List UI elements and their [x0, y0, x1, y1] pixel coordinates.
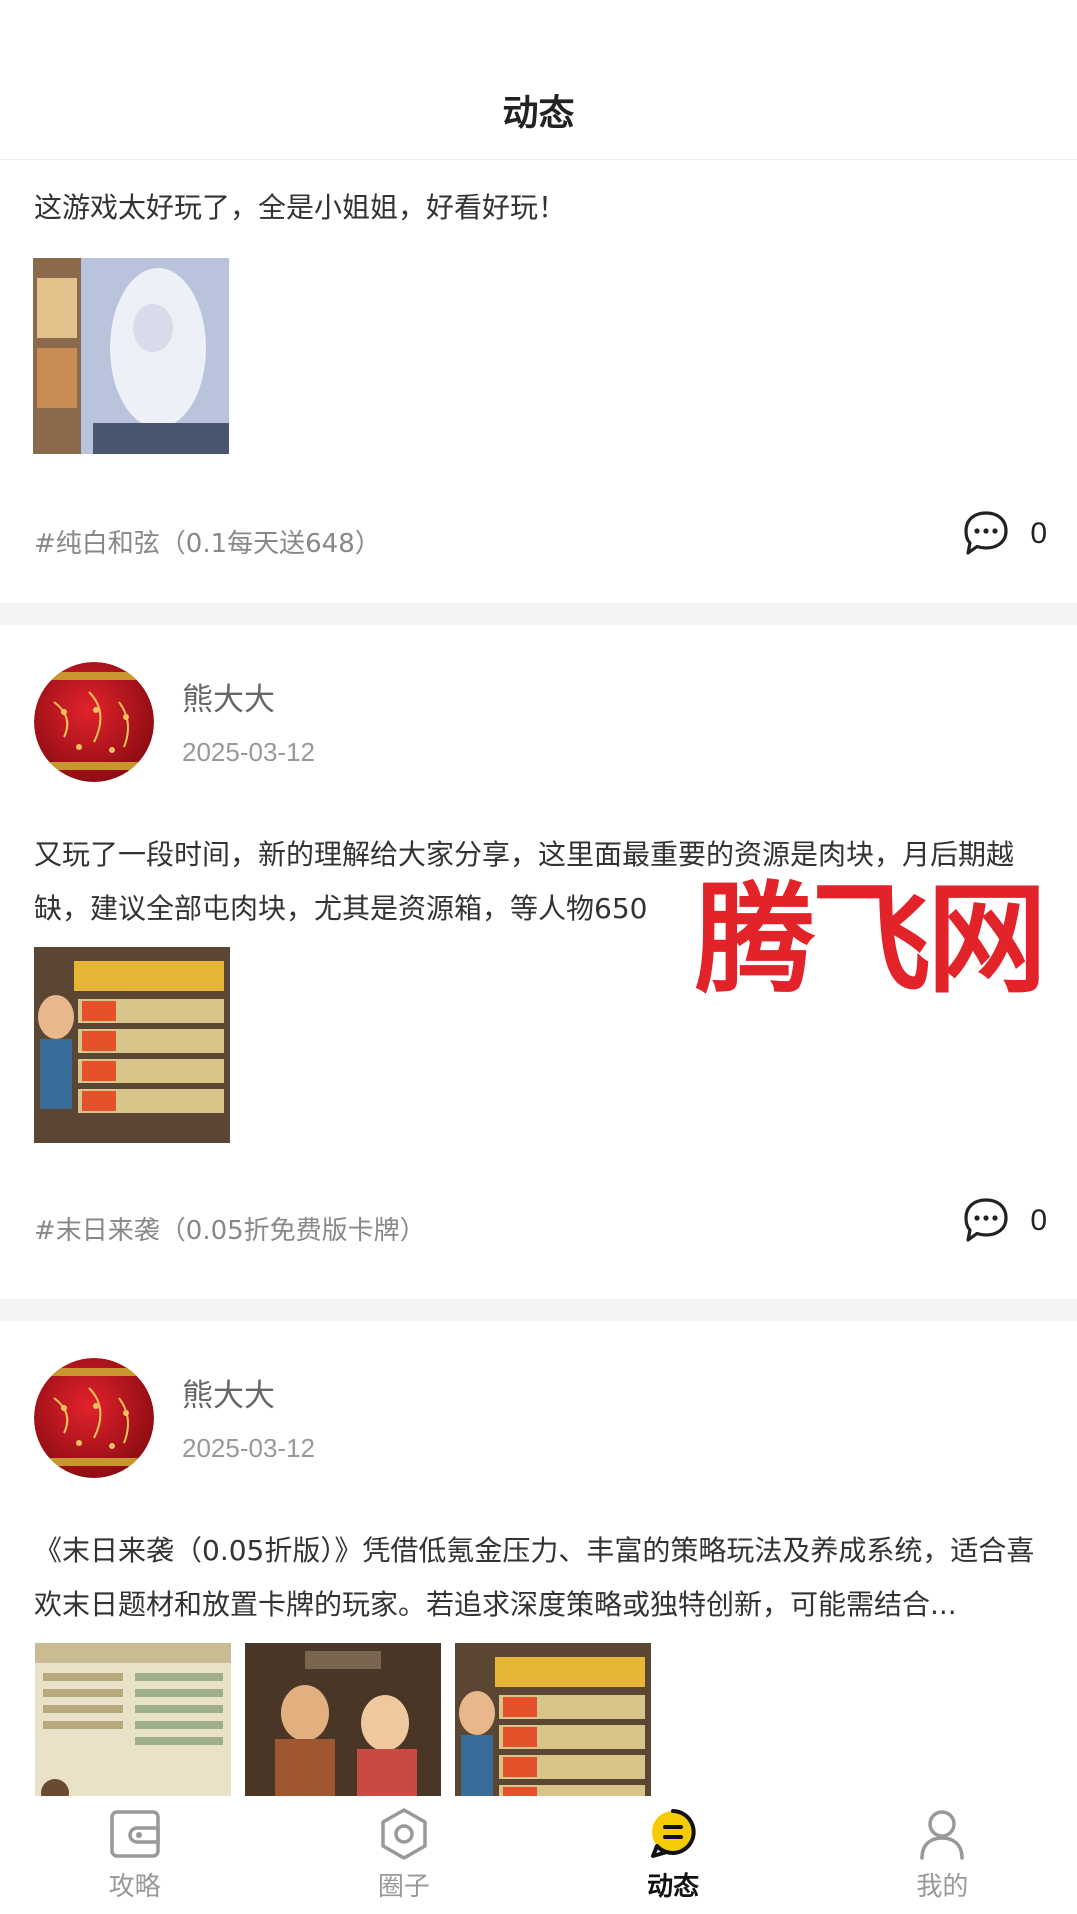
post-tag[interactable]: #末日来袭（0.05折免费版卡牌）: [34, 1210, 426, 1247]
user-icon: [920, 1810, 965, 1860]
tab-circle[interactable]: 圈子: [269, 1796, 538, 1914]
tab-dynamic[interactable]: 动态: [539, 1796, 808, 1914]
tab-label: 攻略: [108, 1872, 161, 1902]
hexagon-icon: [381, 1808, 427, 1860]
username[interactable]: 熊大大: [182, 674, 275, 719]
post-tag[interactable]: #纯白和弦（0.1每天送648）: [34, 523, 381, 560]
wallet-icon: [109, 1810, 160, 1858]
tab-guide[interactable]: 攻略: [0, 1796, 269, 1914]
avatar[interactable]: [34, 662, 154, 782]
tab-label: 圈子: [377, 1872, 430, 1902]
bottom-tab-bar: 攻略 圈子 动态 我的: [0, 1796, 1077, 1914]
post-image[interactable]: [33, 258, 229, 454]
post-image[interactable]: [34, 947, 230, 1143]
comment-button[interactable]: 0: [960, 509, 1047, 559]
tab-label: 动态: [647, 1872, 700, 1902]
comment-count: 0: [1030, 1204, 1047, 1237]
feed-post[interactable]: 熊大大 2025-03-12 《末日来袭（0.05折版）》凭借低氪金压力、丰富的…: [0, 1321, 1077, 1839]
post-separator: [0, 603, 1077, 625]
comment-button[interactable]: 0: [960, 1196, 1047, 1246]
post-date: 2025-03-12: [182, 1433, 315, 1463]
feed-post[interactable]: 这游戏太好玩了，全是小姐姐，好看好玩！ #纯白和弦（0.1每天送648） 0: [0, 161, 1077, 603]
comment-icon: [964, 1198, 1008, 1242]
post-content: 《末日来袭（0.05折版）》凭借低氪金压力、丰富的策略玩法及养成系统，适合喜欢末…: [34, 1534, 1035, 1621]
post-separator: [0, 1299, 1077, 1321]
username[interactable]: 熊大大: [182, 1370, 275, 1415]
post-date: 2025-03-12: [182, 737, 315, 767]
comment-count: 0: [1030, 517, 1047, 550]
tab-label: 我的: [916, 1872, 969, 1902]
page-title: 动态: [502, 93, 575, 134]
avatar[interactable]: [34, 1358, 154, 1478]
chat-bubble-icon: [651, 1809, 696, 1858]
comment-icon: [964, 511, 1008, 555]
post-content: 这游戏太好玩了，全是小姐姐，好看好玩！: [34, 191, 567, 224]
top-header: 动态: [0, 0, 1077, 160]
tab-mine[interactable]: 我的: [808, 1796, 1077, 1914]
watermark: 腾飞网: [695, 869, 1047, 1010]
